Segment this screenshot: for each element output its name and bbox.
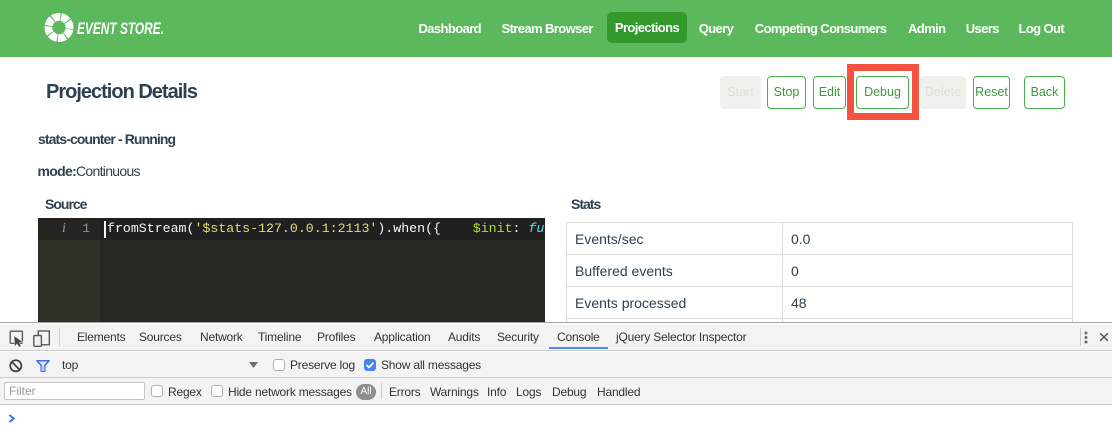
svg-text:EVENT STORE.: EVENT STORE. <box>77 20 164 38</box>
